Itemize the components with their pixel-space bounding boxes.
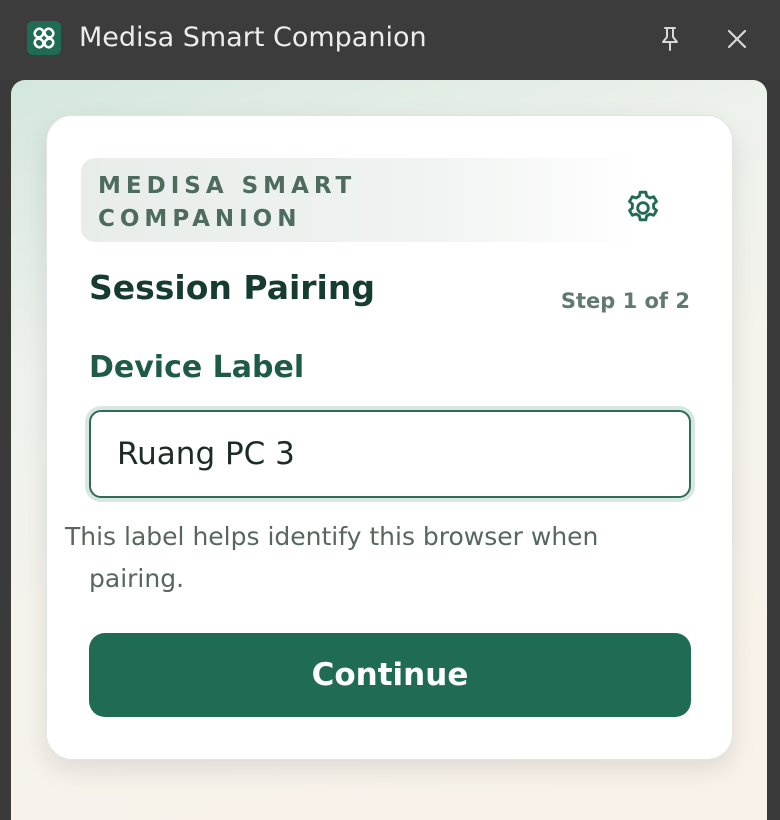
gear-icon[interactable] (623, 188, 663, 228)
brand-line-2: COMPANION (98, 206, 302, 232)
continue-button[interactable]: Continue (89, 633, 691, 717)
close-icon[interactable] (720, 22, 754, 56)
brand-line-1: MEDISA SMART (98, 173, 357, 199)
helper-text-line-2: pairing. (89, 564, 185, 593)
step-indicator: Step 1 of 2 (560, 289, 690, 313)
pin-icon[interactable] (653, 22, 687, 56)
pairing-card: MEDISA SMART COMPANION Session Pairing S… (46, 115, 733, 760)
section-title: Session Pairing (89, 268, 375, 307)
helper-text-line-1: This label helps identify this browser w… (65, 522, 599, 551)
window-titlebar: Medisa Smart Companion (0, 0, 780, 80)
medisa-logo-icon (27, 21, 61, 55)
helper-text: This label helps identify this browser w… (65, 516, 665, 600)
brand-banner: MEDISA SMART COMPANION (81, 158, 701, 242)
device-label-heading: Device Label (89, 350, 305, 385)
brand-name: MEDISA SMART COMPANION (98, 170, 418, 236)
device-label-input[interactable] (89, 410, 691, 498)
window-title: Medisa Smart Companion (79, 22, 427, 53)
